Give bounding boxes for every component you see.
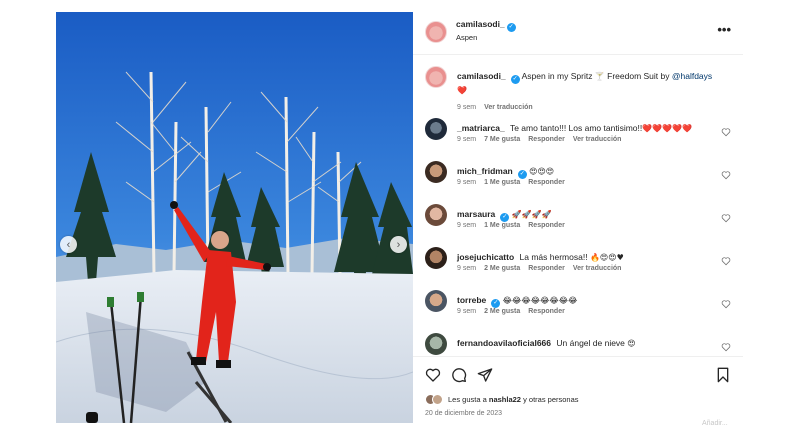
chevron-right-icon: › [396, 238, 401, 251]
comment-text: _matriarca_ Te amo tanto!!! Los amo tant… [457, 122, 722, 135]
like-comment-heart-icon[interactable] [721, 342, 731, 352]
comment-meta: 9 sem 7 Me gusta Responder Ver traducción [457, 136, 629, 143]
likes-suffix[interactable]: y otras personas [523, 395, 578, 404]
caption-emoji: 🍸 [594, 72, 605, 81]
post-location[interactable]: Aspen [456, 33, 477, 42]
ski-scene-image [56, 12, 413, 423]
post-header: camilasodi_ ✓ Aspen ••• [413, 12, 743, 55]
reply-button[interactable]: Responder [528, 308, 565, 315]
comment-body: Un ángel de nieve [556, 338, 625, 348]
comment-emoji: 😍 [627, 339, 636, 348]
avatar[interactable] [425, 204, 447, 226]
comment-username[interactable]: _matriarca_ [457, 123, 505, 133]
verified-icon: ✓ [500, 213, 510, 222]
comment-emoji: 🚀🚀🚀🚀 [511, 210, 552, 219]
post-photo[interactable]: ‹ › [56, 12, 413, 423]
heart-emoji: ❤️ [457, 86, 467, 95]
comment-username[interactable]: mich_fridman [457, 166, 513, 176]
verified-icon: ✓ [491, 299, 501, 308]
avatar[interactable] [425, 333, 447, 355]
like-comment-heart-icon[interactable] [721, 299, 731, 309]
comment-username[interactable]: torrebe [457, 295, 486, 305]
send-icon[interactable] [477, 367, 493, 383]
avatar [432, 394, 443, 405]
comment-likes[interactable]: 1 Me gusta [484, 179, 520, 186]
comment-meta: 9 sem 1 Me gusta Responder [457, 179, 573, 186]
comment-text: josejuchicatto La más hermosa!! 🔥😍😍♥ [457, 251, 722, 264]
avatar[interactable] [425, 66, 447, 88]
comment-text: mich_fridman ✓ 😍😍😍 [457, 165, 722, 179]
avatar[interactable] [425, 118, 447, 140]
comment-meta: 9 sem 2 Me gusta Responder Ver traducción [457, 265, 629, 272]
comment-username[interactable]: marsaura [457, 209, 495, 219]
caption-body-2: Freedom Suit by [604, 71, 672, 81]
comment-time[interactable]: 9 sem [457, 136, 476, 143]
comment-body: La más hermosa!! [519, 252, 588, 262]
bookmark-icon[interactable] [715, 367, 731, 383]
comments-list[interactable]: camilasodi_ ✓ Aspen in my Spritz 🍸 Freedo… [413, 56, 743, 356]
comment-emoji: 😂😂😂😂😂😂😂😂 [502, 296, 578, 305]
reply-button[interactable]: Responder [528, 179, 565, 186]
likes-user[interactable]: nashla22 [489, 395, 521, 404]
reply-button[interactable]: Responder [528, 222, 565, 229]
avatar[interactable] [425, 161, 447, 183]
translate-link[interactable]: Ver traducción [573, 265, 622, 272]
caption-username[interactable]: camilasodi_ [457, 71, 506, 81]
likes-prefix: Les gusta a [448, 395, 487, 404]
comment-text: torrebe ✓ 😂😂😂😂😂😂😂😂 [457, 294, 722, 308]
verified-icon: ✓ [506, 23, 516, 32]
translate-link[interactable]: Ver traducción [573, 136, 622, 143]
translate-link[interactable]: Ver traducción [484, 104, 533, 111]
comment-emoji: 🔥😍😍♥ [589, 253, 624, 262]
comment-emoji: ❤️❤️❤️❤️❤️ [642, 124, 693, 133]
comment-text: fernandoavilaoficial666 Un ángel de niev… [457, 337, 722, 350]
reply-button[interactable]: Responder [528, 265, 565, 272]
comment-text: marsaura ✓ 🚀🚀🚀🚀 [457, 208, 722, 222]
avatar[interactable] [425, 247, 447, 269]
previous-photo-button[interactable]: ‹ [60, 236, 77, 253]
mention-link[interactable]: @halfdays [672, 71, 712, 81]
comment-likes[interactable]: 7 Me gusta [484, 136, 520, 143]
comment-likes[interactable]: 1 Me gusta [484, 222, 520, 229]
caption-body: Aspen in my Spritz [521, 71, 595, 81]
like-comment-heart-icon[interactable] [721, 127, 731, 137]
post-actions-bar: Les gusta a nashla22 y otras personas 20… [413, 356, 743, 423]
comment-username[interactable]: josejuchicatto [457, 252, 514, 262]
chevron-left-icon: ‹ [66, 238, 71, 251]
comment-icon[interactable] [451, 367, 467, 383]
comment-emoji: 😍😍😍 [529, 167, 555, 176]
avatar[interactable] [425, 21, 447, 43]
heart-outline-icon[interactable] [425, 367, 441, 383]
reply-button[interactable]: Responder [528, 136, 565, 143]
comment-time[interactable]: 9 sem [457, 265, 476, 272]
post-side-panel: camilasodi_ ✓ Aspen ••• camilasodi_ ✓ Aspe… [413, 12, 743, 423]
add-comment-placeholder[interactable]: Añadir... [702, 420, 728, 427]
next-photo-button[interactable]: › [390, 236, 407, 253]
comment-meta: 9 sem 2 Me gusta Responder [457, 308, 573, 315]
comment-likes[interactable]: 2 Me gusta [484, 308, 520, 315]
likes-summary[interactable]: Les gusta a nashla22 y otras personas [425, 394, 579, 405]
post-date[interactable]: 20 de diciembre de 2023 [425, 410, 502, 417]
comment-time[interactable]: 9 sem [457, 179, 476, 186]
comment-likes[interactable]: 2 Me gusta [484, 265, 520, 272]
avatar[interactable] [425, 290, 447, 312]
verified-icon: ✓ [510, 75, 520, 84]
caption-time[interactable]: 9 sem [457, 104, 476, 111]
comment-body: Te amo tanto!!! Los amo tantisimo!! [509, 123, 643, 133]
like-comment-heart-icon[interactable] [721, 256, 731, 266]
comment-time[interactable]: 9 sem [457, 308, 476, 315]
more-horizontal-icon[interactable]: ••• [717, 22, 731, 37]
comment-username[interactable]: fernandoavilaoficial666 [457, 338, 551, 348]
comment-meta: 9 sem 1 Me gusta Responder [457, 222, 573, 229]
verified-icon: ✓ [517, 170, 527, 179]
caption-text: camilasodi_ ✓ Aspen in my Spritz 🍸 Freedo… [457, 70, 722, 97]
comment-time[interactable]: 9 sem [457, 222, 476, 229]
post-author-username[interactable]: camilasodi_ [456, 19, 505, 29]
caption-meta: 9 sem Ver traducción [457, 104, 541, 111]
like-comment-heart-icon[interactable] [721, 170, 731, 180]
like-comment-heart-icon[interactable] [721, 213, 731, 223]
